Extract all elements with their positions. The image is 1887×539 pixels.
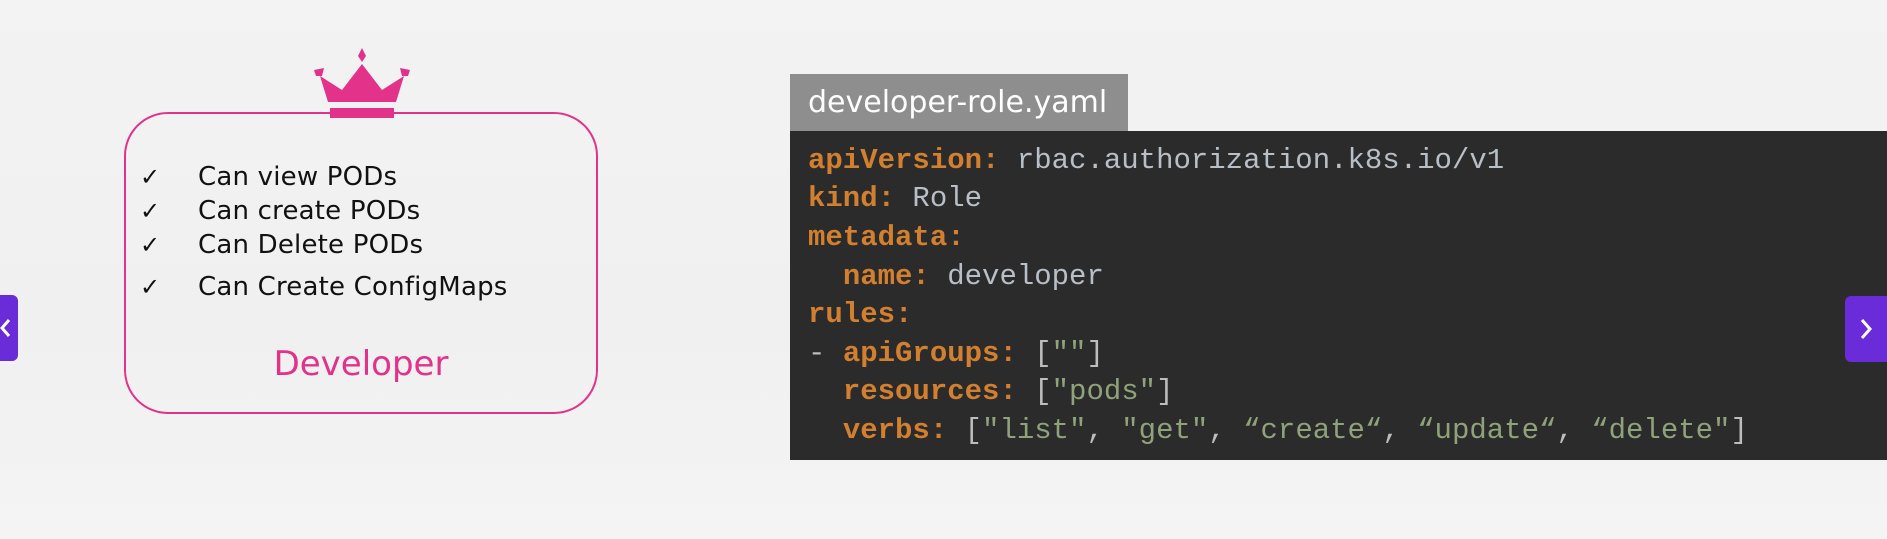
yaml-string: "get" bbox=[1121, 413, 1209, 447]
yaml-key: apiVersion: bbox=[808, 143, 1000, 177]
role-title: Developer bbox=[273, 344, 449, 384]
check-icon: ✓ bbox=[140, 163, 161, 191]
code-line: - apiGroups: [""] bbox=[808, 334, 1887, 373]
bracket: ] bbox=[1156, 375, 1174, 409]
bracket: [ bbox=[1034, 375, 1052, 409]
code-line: verbs: ["list", "get", “create“, “update… bbox=[842, 413, 1748, 447]
yaml-key: rules: bbox=[808, 298, 913, 332]
bracket: [ bbox=[964, 413, 983, 447]
yaml-value: developer bbox=[930, 260, 1104, 293]
yaml-key: name: bbox=[842, 259, 930, 293]
check-icon: ✓ bbox=[140, 231, 161, 259]
chevron-right-icon bbox=[1860, 319, 1873, 339]
check-icon: ✓ bbox=[140, 273, 161, 301]
file-name-tab: developer-role.yaml bbox=[790, 74, 1128, 131]
yaml-value: Role bbox=[895, 182, 982, 215]
yaml-string: "pods" bbox=[1051, 375, 1157, 409]
permission-item: ✓ Can Create ConfigMaps bbox=[140, 270, 508, 304]
name-value: developer bbox=[947, 259, 1104, 293]
yaml-string: “delete" bbox=[1591, 413, 1731, 447]
permission-item: ✓ Can Delete PODs bbox=[140, 228, 508, 262]
permission-label: Can Create ConfigMaps bbox=[198, 272, 508, 302]
bracket: ] bbox=[1730, 413, 1748, 447]
permission-label: Can view PODs bbox=[198, 162, 398, 192]
check-icon: ✓ bbox=[140, 197, 161, 225]
yaml-key: resources: bbox=[842, 375, 1017, 409]
yaml-dash: - bbox=[808, 336, 843, 370]
chevron-left-icon bbox=[0, 319, 11, 337]
previous-slide-button[interactable] bbox=[0, 295, 18, 361]
yaml-key: kind: bbox=[808, 182, 896, 216]
bracket: [ bbox=[1034, 336, 1052, 370]
code-line: resources: ["pods"] bbox=[808, 373, 1887, 412]
code-line: rules: bbox=[808, 295, 1887, 334]
api-version-value: rbac.authorization.k8s.io/v1 bbox=[1016, 143, 1505, 177]
yaml-key: verbs: bbox=[842, 413, 948, 447]
yaml-string: “update“ bbox=[1417, 413, 1557, 447]
yaml-code-block: apiVersion: rbac.authorization.k8s.io/v1… bbox=[790, 131, 1887, 460]
yaml-key: metadata: bbox=[808, 220, 965, 254]
kind-value: Role bbox=[912, 182, 983, 216]
next-slide-button[interactable] bbox=[1845, 296, 1887, 362]
yaml-string: "" bbox=[1051, 336, 1087, 370]
yaml-string: “create“ bbox=[1243, 413, 1383, 447]
permission-item: ✓ Can view PODs bbox=[140, 160, 508, 194]
file-name: developer-role.yaml bbox=[808, 85, 1108, 120]
code-line: apiVersion: rbac.authorization.k8s.io/v1 bbox=[808, 141, 1887, 180]
yaml-key: apiGroups: bbox=[842, 336, 1017, 370]
code-line: name: developer bbox=[808, 257, 1887, 296]
code-line: metadata: bbox=[808, 218, 1887, 257]
permission-item: ✓ Can create PODs bbox=[140, 194, 508, 228]
bracket: ] bbox=[1086, 336, 1104, 370]
yaml-string: "list" bbox=[982, 413, 1087, 447]
permission-label: Can Delete PODs bbox=[198, 230, 424, 260]
crown-icon bbox=[314, 48, 410, 118]
permission-label: Can create PODs bbox=[198, 196, 421, 226]
code-line: kind: Role bbox=[808, 180, 1887, 219]
yaml-value: rbac.authorization.k8s.io/v1 bbox=[999, 144, 1504, 177]
permission-list: ✓ Can view PODs ✓ Can create PODs ✓ Can … bbox=[140, 160, 508, 304]
